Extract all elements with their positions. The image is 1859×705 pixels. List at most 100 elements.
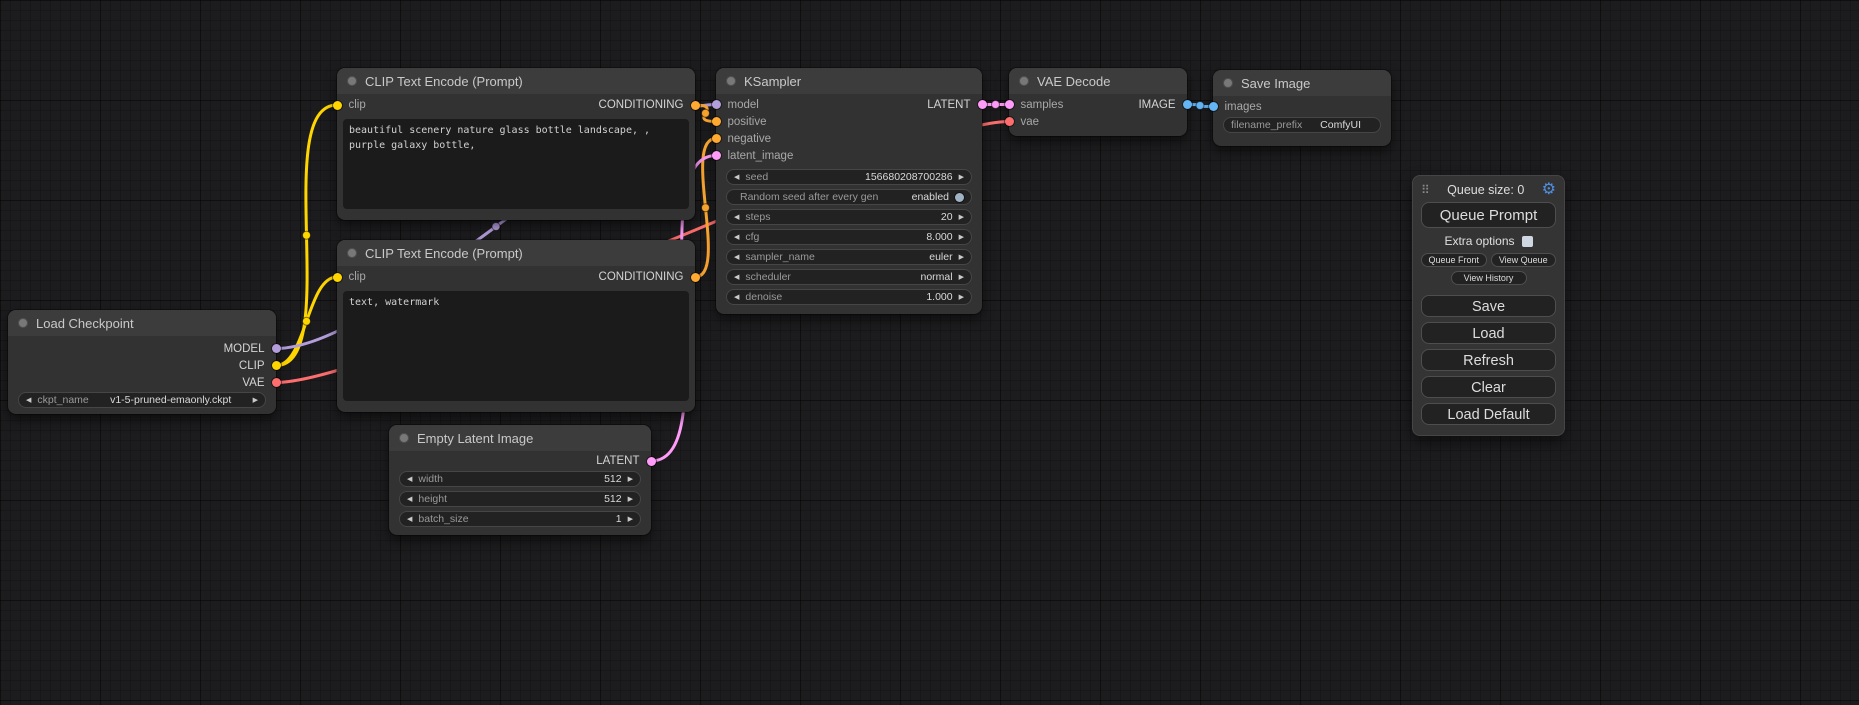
next-value-arrow-icon[interactable]: ▶ [959, 294, 964, 301]
prev-value-arrow-icon[interactable]: ◀ [407, 476, 412, 483]
refresh-button[interactable]: Refresh [1421, 349, 1556, 371]
widget-seed[interactable]: ◀ seed 156680208700286 ▶ [726, 169, 972, 185]
widget-ckpt-name[interactable]: ◀ ckpt_name v1-5-pruned-emaonly.ckpt ▶ [18, 392, 266, 408]
prev-value-arrow-icon[interactable]: ◀ [26, 397, 31, 404]
collapse-dot-icon[interactable] [347, 248, 357, 258]
prev-value-arrow-icon[interactable]: ◀ [734, 294, 739, 301]
port-row: MODEL [8, 340, 276, 357]
collapse-dot-icon[interactable] [726, 76, 736, 86]
prev-value-arrow-icon[interactable]: ◀ [734, 174, 739, 181]
node-vae-decode[interactable]: VAE Decode samples IMAGE vae [1009, 68, 1187, 136]
prev-value-arrow-icon[interactable]: ◀ [407, 516, 412, 523]
link-midpoint-dot[interactable] [702, 109, 710, 117]
prev-value-arrow-icon[interactable]: ◀ [407, 496, 412, 503]
negative-prompt-textarea[interactable]: text, watermark [343, 291, 689, 401]
node-title-bar[interactable]: Load Checkpoint [8, 310, 276, 336]
link-midpoint-dot[interactable] [303, 317, 311, 325]
node-title-bar[interactable]: VAE Decode [1009, 68, 1187, 94]
output-label-clip: CLIP [239, 360, 265, 372]
collapse-dot-icon[interactable] [18, 318, 28, 328]
collapse-dot-icon[interactable] [399, 433, 409, 443]
next-value-arrow-icon[interactable]: ▶ [628, 516, 633, 523]
prev-value-arrow-icon[interactable]: ◀ [734, 274, 739, 281]
next-value-arrow-icon[interactable]: ▶ [959, 254, 964, 261]
prev-value-arrow-icon[interactable]: ◀ [734, 234, 739, 241]
input-port-clip[interactable] [333, 101, 342, 110]
output-port-model[interactable] [272, 344, 281, 353]
node-title-bar[interactable]: KSampler [716, 68, 982, 94]
node-title-bar[interactable]: CLIP Text Encode (Prompt) [337, 240, 695, 266]
input-port-positive[interactable] [712, 117, 721, 126]
widget-filename-prefix[interactable]: filename_prefix ComfyUI [1223, 117, 1381, 133]
node-title-bar[interactable]: Save Image [1213, 70, 1391, 96]
output-port-latent[interactable] [978, 100, 987, 109]
collapse-dot-icon[interactable] [1019, 76, 1029, 86]
queue-front-button[interactable]: Queue Front [1421, 253, 1487, 267]
link-midpoint-dot[interactable] [992, 101, 1000, 109]
input-port-clip[interactable] [333, 273, 342, 282]
input-port-negative[interactable] [712, 134, 721, 143]
link-midpoint-dot[interactable] [303, 231, 311, 239]
widget-cfg[interactable]: ◀ cfg 8.000 ▶ [726, 229, 972, 245]
widget-sampler-name[interactable]: ◀ sampler_name euler ▶ [726, 249, 972, 265]
next-value-arrow-icon[interactable]: ▶ [959, 234, 964, 241]
next-value-arrow-icon[interactable]: ▶ [959, 174, 964, 181]
positive-prompt-textarea[interactable]: beautiful scenery nature glass bottle la… [343, 119, 689, 209]
collapse-dot-icon[interactable] [1223, 78, 1233, 88]
settings-gear-icon[interactable]: ⚙ [1542, 182, 1556, 198]
widget-batch-size[interactable]: ◀ batch_size 1 ▶ [399, 511, 641, 527]
input-port-samples[interactable] [1005, 100, 1014, 109]
view-history-button[interactable]: View History [1451, 271, 1527, 285]
widget-value: enabled [912, 191, 949, 203]
link-midpoint-dot[interactable] [702, 204, 710, 212]
link-midpoint-dot[interactable] [1196, 102, 1204, 110]
node-title: VAE Decode [1037, 74, 1110, 89]
output-port-clip[interactable] [272, 361, 281, 370]
next-value-arrow-icon[interactable]: ▶ [253, 397, 258, 404]
view-queue-button[interactable]: View Queue [1491, 253, 1557, 267]
widget-scheduler[interactable]: ◀ scheduler normal ▶ [726, 269, 972, 285]
widget-height[interactable]: ◀ height 512 ▶ [399, 491, 641, 507]
node-clip-text-encode-negative[interactable]: CLIP Text Encode (Prompt) clip CONDITION… [337, 240, 695, 412]
node-empty-latent-image[interactable]: Empty Latent Image LATENT ◀ width 512 ▶ … [389, 425, 651, 535]
link-midpoint-dot[interactable] [492, 223, 500, 231]
load-default-button[interactable]: Load Default [1421, 403, 1556, 425]
toggle-indicator-icon[interactable] [955, 193, 964, 202]
next-value-arrow-icon[interactable]: ▶ [959, 214, 964, 221]
node-title-bar[interactable]: CLIP Text Encode (Prompt) [337, 68, 695, 94]
output-port-conditioning[interactable] [691, 273, 700, 282]
prev-value-arrow-icon[interactable]: ◀ [734, 254, 739, 261]
widget-denoise[interactable]: ◀ denoise 1.000 ▶ [726, 289, 972, 305]
clear-button[interactable]: Clear [1421, 376, 1556, 398]
node-ksampler[interactable]: KSampler model LATENT positive negative … [716, 68, 982, 314]
widget-value: 8.000 [926, 231, 952, 243]
input-port-model[interactable] [712, 100, 721, 109]
extra-options-checkbox[interactable] [1522, 236, 1533, 247]
next-value-arrow-icon[interactable]: ▶ [628, 476, 633, 483]
widget-steps[interactable]: ◀ steps 20 ▶ [726, 209, 972, 225]
collapse-dot-icon[interactable] [347, 76, 357, 86]
input-port-latent-image[interactable] [712, 151, 721, 160]
widget-width[interactable]: ◀ width 512 ▶ [399, 471, 641, 487]
extra-options-label: Extra options [1444, 234, 1514, 248]
output-port-image[interactable] [1183, 100, 1192, 109]
queue-prompt-button[interactable]: Queue Prompt [1421, 202, 1556, 228]
node-title-bar[interactable]: Empty Latent Image [389, 425, 651, 451]
input-port-images[interactable] [1209, 102, 1218, 111]
input-port-vae[interactable] [1005, 117, 1014, 126]
save-button[interactable]: Save [1421, 295, 1556, 317]
node-clip-text-encode-positive[interactable]: CLIP Text Encode (Prompt) clip CONDITION… [337, 68, 695, 220]
output-port-latent[interactable] [647, 457, 656, 466]
drag-handle-icon[interactable]: ⠿ [1421, 184, 1430, 196]
node-save-image[interactable]: Save Image images filename_prefix ComfyU… [1213, 70, 1391, 146]
output-port-vae[interactable] [272, 378, 281, 387]
output-port-conditioning[interactable] [691, 101, 700, 110]
queue-panel: ⠿ Queue size: 0 ⚙ Queue Prompt Extra opt… [1412, 175, 1565, 436]
widget-random-seed-toggle[interactable]: Random seed after every gen enabled [726, 189, 972, 205]
port-row: vae [1009, 113, 1187, 130]
load-button[interactable]: Load [1421, 322, 1556, 344]
next-value-arrow-icon[interactable]: ▶ [959, 274, 964, 281]
next-value-arrow-icon[interactable]: ▶ [628, 496, 633, 503]
node-load-checkpoint[interactable]: Load Checkpoint MODEL CLIP VAE ◀ ckpt_na… [8, 310, 276, 414]
prev-value-arrow-icon[interactable]: ◀ [734, 214, 739, 221]
